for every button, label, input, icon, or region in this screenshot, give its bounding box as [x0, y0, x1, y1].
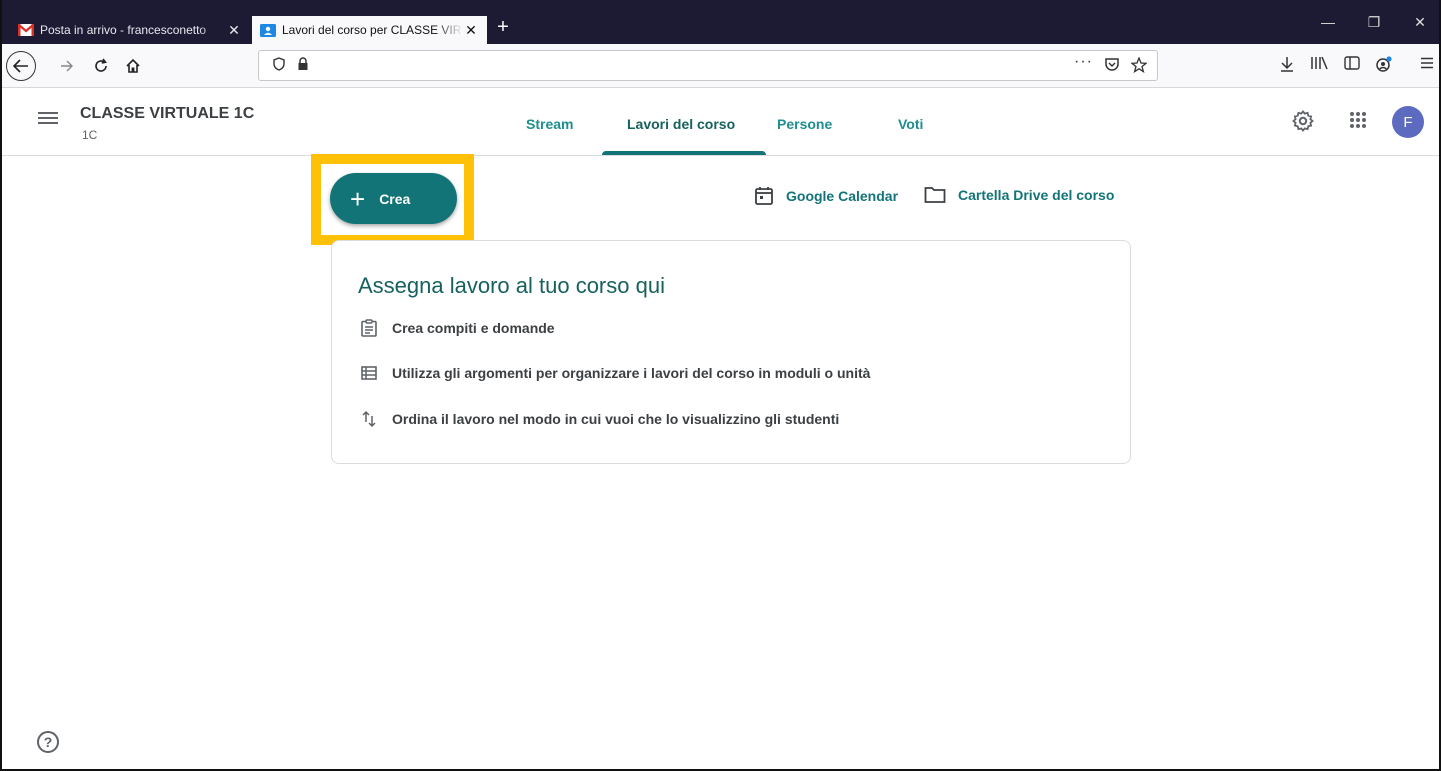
folder-icon [924, 187, 946, 203]
drive-link-label: Cartella Drive del corso [958, 187, 1115, 203]
sidebar-icon[interactable] [1341, 56, 1363, 74]
lock-icon[interactable] [297, 57, 309, 74]
browser-window: Posta in arrivo - francesconetto ✕ Lavor… [0, 0, 1441, 771]
reload-icon[interactable] [88, 53, 114, 79]
card-row: Utilizza gli argomenti per organizzare i… [358, 365, 870, 381]
browser-tab-gmail[interactable]: Posta in arrivo - francesconetto ✕ [10, 16, 250, 44]
shield-icon[interactable] [273, 57, 285, 74]
calendar-icon [755, 187, 773, 205]
avatar[interactable]: F [1392, 106, 1424, 138]
class-title[interactable]: CLASSE VIRTUALE 1C [80, 105, 254, 123]
card-row-text: Utilizza gli argomenti per organizzare i… [392, 365, 871, 381]
topic-list-icon [358, 366, 380, 380]
browser-toolbar: ··· [2, 44, 1439, 88]
card-row: Ordina il lavoro nel modo in cui vuoi ch… [358, 410, 839, 428]
calendar-link-label: Google Calendar [786, 188, 899, 204]
new-tab-button[interactable]: + [492, 16, 514, 38]
settings-gear-icon[interactable] [1290, 109, 1316, 135]
create-button[interactable]: + Crea [330, 173, 457, 224]
classroom-icon [260, 23, 276, 37]
classroom-header: CLASSE VIRTUALE 1C 1C Stream Lavori del … [2, 89, 1439, 156]
downloads-icon[interactable] [1276, 56, 1298, 76]
browser-tab-bar: Posta in arrivo - francesconetto ✕ Lavor… [2, 0, 1439, 44]
card-row-text: Crea compiti e domande [392, 320, 555, 336]
plus-icon: + [350, 183, 366, 214]
pocket-icon[interactable] [1104, 57, 1120, 75]
reorder-icon [358, 410, 380, 428]
tab-people[interactable]: Persone [777, 116, 832, 132]
card-title: Assegna lavoro al tuo corso qui [358, 273, 665, 298]
bookmark-star-icon[interactable] [1130, 56, 1148, 76]
restore-button[interactable]: ❐ [1354, 14, 1394, 31]
browser-tab-classroom[interactable]: Lavori del corso per CLASSE VIRTUALE 1C … [252, 16, 487, 44]
card-row-text: Ordina il lavoro nel modo in cui vuoi ch… [392, 411, 840, 427]
close-window-button[interactable]: ✕ [1400, 14, 1439, 31]
app-menu-icon[interactable] [1416, 56, 1438, 73]
active-tab-indicator [602, 151, 766, 155]
forward-icon[interactable] [54, 53, 80, 79]
url-bar[interactable]: ··· [258, 50, 1158, 81]
drive-folder-link[interactable]: Cartella Drive del corso [924, 186, 1114, 204]
class-section: 1C [82, 128, 98, 142]
page-actions-menu-icon[interactable]: ··· [1074, 53, 1093, 71]
tab-grades[interactable]: Voti [898, 116, 923, 132]
google-apps-icon[interactable] [1345, 109, 1371, 135]
minimize-button[interactable]: — [1308, 14, 1348, 30]
google-calendar-link[interactable]: Google Calendar [754, 186, 898, 206]
account-icon[interactable] [1373, 56, 1395, 76]
help-icon[interactable]: ? [37, 731, 59, 753]
gmail-icon [18, 23, 34, 37]
close-tab-icon[interactable]: ✕ [463, 22, 479, 39]
assignment-icon [358, 319, 380, 337]
create-button-label: Crea [379, 190, 411, 207]
back-button[interactable] [6, 51, 36, 81]
library-icon[interactable] [1308, 56, 1330, 74]
tab-title: Lavori del corso per CLASSE VIRTUALE 1C [282, 23, 463, 37]
card-row: Crea compiti e domande [358, 319, 555, 337]
tab-classwork[interactable]: Lavori del corso [627, 116, 735, 132]
tab-title: Posta in arrivo - francesconetto [40, 23, 207, 37]
home-icon[interactable] [120, 53, 146, 79]
close-tab-icon[interactable]: ✕ [226, 22, 242, 39]
main-menu-icon[interactable] [38, 109, 58, 127]
tab-stream[interactable]: Stream [526, 116, 573, 132]
empty-classwork-card: Assegna lavoro al tuo corso qui Crea com… [331, 240, 1131, 464]
